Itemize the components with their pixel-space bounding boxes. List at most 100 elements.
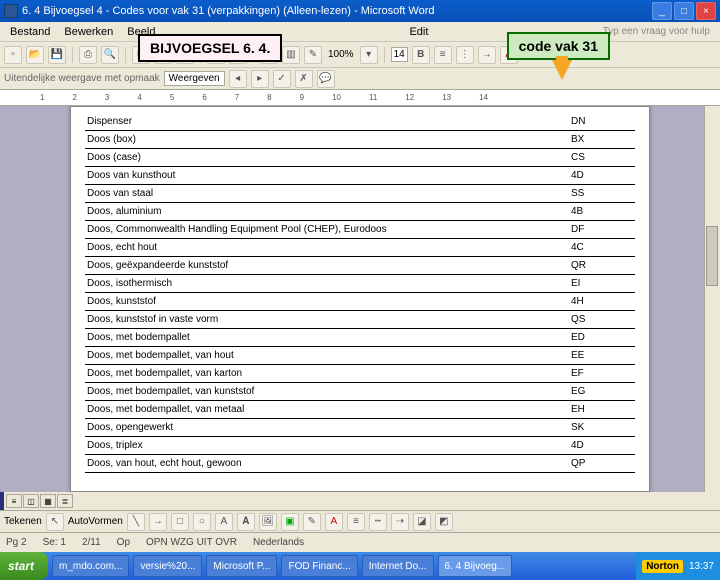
bullets-icon[interactable]: ⋮ <box>456 46 474 64</box>
select-icon[interactable]: ↖ <box>46 513 64 531</box>
line-color-icon[interactable]: ✎ <box>303 513 321 531</box>
open-icon[interactable]: 📂 <box>26 46 44 64</box>
table-row[interactable]: Doos, met bodempallet, van kunststofEG <box>85 383 635 401</box>
table-row[interactable]: DispenserDN <box>85 113 635 131</box>
minimize-button[interactable]: _ <box>652 2 672 20</box>
table-row[interactable]: Doos, met bodempallet, van metaalEH <box>85 401 635 419</box>
start-button[interactable]: start <box>0 552 48 580</box>
columns-icon[interactable]: ▥ <box>282 46 300 64</box>
print-icon[interactable]: ⎙ <box>79 46 97 64</box>
desc-cell: Doos van staal <box>85 185 569 203</box>
dash-style-icon[interactable]: ┅ <box>369 513 387 531</box>
separator <box>72 47 73 63</box>
task-item[interactable]: m_mdo.com... <box>52 555 129 577</box>
line-icon[interactable]: ╲ <box>127 513 145 531</box>
print-view-icon[interactable]: ▦ <box>40 494 56 508</box>
3d-icon[interactable]: ◩ <box>435 513 453 531</box>
desc-cell: Doos, aluminium <box>85 203 569 221</box>
menu-edit[interactable]: Edit <box>403 24 434 40</box>
table-row[interactable]: Doos, met bodempallet, van houtEE <box>85 347 635 365</box>
oval-icon[interactable]: ○ <box>193 513 211 531</box>
zoom-dropdown-icon[interactable]: ▾ <box>360 46 378 64</box>
desc-cell: Doos, met bodempallet <box>85 329 569 347</box>
table-row[interactable]: Doos, echt hout4C <box>85 239 635 257</box>
separator <box>125 47 126 63</box>
rect-icon[interactable]: □ <box>171 513 189 531</box>
help-hint[interactable]: Typ een vraag voor hulp <box>597 24 716 39</box>
status-modes: OPN WZG UIT OVR <box>146 537 237 548</box>
web-view-icon[interactable]: ◫ <box>23 494 39 508</box>
preview-icon[interactable]: 🔍 <box>101 46 119 64</box>
comment-icon[interactable]: 💬 <box>317 70 335 88</box>
table-row[interactable]: Doos (box)BX <box>85 131 635 149</box>
close-button[interactable]: × <box>696 2 716 20</box>
ruler-tick: 14 <box>479 93 488 102</box>
outline-view-icon[interactable]: ≣ <box>57 494 73 508</box>
reject-icon[interactable]: ✗ <box>295 70 313 88</box>
task-item[interactable]: Internet Do... <box>362 555 434 577</box>
desc-cell: Doos, met bodempallet, van hout <box>85 347 569 365</box>
table-row[interactable]: Doos, kunststof4H <box>85 293 635 311</box>
menu-bestand[interactable]: Bestand <box>4 24 56 40</box>
table-row[interactable]: Doos, triplex4D <box>85 437 635 455</box>
wordart-icon[interactable]: 𝐀 <box>237 513 255 531</box>
font-color-icon[interactable]: A <box>325 513 343 531</box>
clipart-icon[interactable]: 🖼 <box>259 513 277 531</box>
maximize-button[interactable]: □ <box>674 2 694 20</box>
desc-cell: Doos van kunsthout <box>85 167 569 185</box>
page[interactable]: DispenserDNDoos (box)BXDoos (case)CSDoos… <box>70 106 650 492</box>
prev-change-icon[interactable]: ◂ <box>229 70 247 88</box>
task-item[interactable]: FOD Financ... <box>281 555 357 577</box>
table-row[interactable]: Doos, geëxpandeerde kunststofQR <box>85 257 635 275</box>
table-row[interactable]: Doos, met bodempallet, van kartonEF <box>85 365 635 383</box>
code-cell: SK <box>569 419 635 437</box>
task-item[interactable]: versie%20... <box>133 555 202 577</box>
desc-cell: Doos, met bodempallet, van metaal <box>85 401 569 419</box>
table-row[interactable]: Doos, met bodempalletED <box>85 329 635 347</box>
menu-bewerken[interactable]: Bewerken <box>58 24 119 40</box>
arrow-icon[interactable]: → <box>149 513 167 531</box>
fill-color-icon[interactable]: ▣ <box>281 513 299 531</box>
table-row[interactable]: Doos van staalSS <box>85 185 635 203</box>
new-doc-icon[interactable]: ▫ <box>4 46 22 64</box>
task-item[interactable]: 6. 4 Bijvoeg... <box>438 555 513 577</box>
bold-icon[interactable]: B <box>412 46 430 64</box>
drawing-icon[interactable]: ✎ <box>304 46 322 64</box>
normal-view-icon[interactable]: ≡ <box>6 494 22 508</box>
fontsize-select[interactable]: 14 <box>391 47 408 62</box>
table-row[interactable]: Doos (case)CS <box>85 149 635 167</box>
code-cell: DF <box>569 221 635 239</box>
zoom-value[interactable]: 100% <box>326 49 356 60</box>
next-change-icon[interactable]: ▸ <box>251 70 269 88</box>
draw-menu[interactable]: Tekenen <box>4 516 42 527</box>
accept-icon[interactable]: ✓ <box>273 70 291 88</box>
window-title: 6. 4 Bijvoegsel 4 - Codes voor vak 31 (v… <box>22 5 650 17</box>
ruler[interactable]: 1 2 3 4 5 6 7 8 9 10 11 12 13 14 <box>0 90 720 106</box>
table-row[interactable]: Doos, van hout, echt hout, gewoonQP <box>85 455 635 473</box>
titlebar: 6. 4 Bijvoegsel 4 - Codes voor vak 31 (v… <box>0 0 720 22</box>
table-row[interactable]: Doos, isothermischEI <box>85 275 635 293</box>
clock: 13:37 <box>689 561 714 572</box>
table-row[interactable]: Doos, Commonwealth Handling Equipment Po… <box>85 221 635 239</box>
autoshapes-menu[interactable]: AutoVormen <box>68 516 123 527</box>
save-icon[interactable]: 💾 <box>48 46 66 64</box>
table-row[interactable]: Doos, opengewerktSK <box>85 419 635 437</box>
line-style-icon[interactable]: ≡ <box>347 513 365 531</box>
shadow-icon[interactable]: ◪ <box>413 513 431 531</box>
system-tray[interactable]: Norton 13:37 <box>636 552 720 580</box>
arrow-style-icon[interactable]: ⇢ <box>391 513 409 531</box>
norton-icon[interactable]: Norton <box>642 560 683 573</box>
table-row[interactable]: Doos, kunststof in vaste vormQS <box>85 311 635 329</box>
word-icon <box>4 4 18 18</box>
scroll-thumb[interactable] <box>706 226 718 286</box>
textbox-icon[interactable]: A <box>215 513 233 531</box>
indent-icon[interactable]: → <box>478 46 496 64</box>
vertical-scrollbar[interactable] <box>704 106 720 492</box>
table-row[interactable]: Doos van kunsthout4D <box>85 167 635 185</box>
align-left-icon[interactable]: ≡ <box>434 46 452 64</box>
task-item[interactable]: Microsoft P... <box>206 555 277 577</box>
table-row[interactable]: Doos, aluminium4B <box>85 203 635 221</box>
task-label: Microsoft P... <box>213 561 270 572</box>
desc-cell: Doos, met bodempallet, van karton <box>85 365 569 383</box>
show-dropdown[interactable]: Weergeven <box>164 71 225 86</box>
